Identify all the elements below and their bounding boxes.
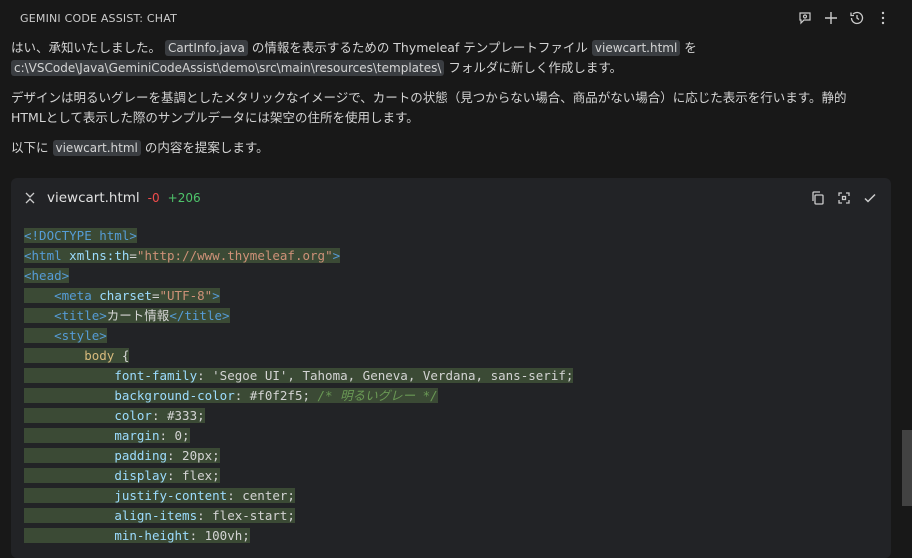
- scrollbar-thumb[interactable]: [902, 430, 912, 506]
- code-token: : #333;: [151, 408, 205, 423]
- code-line: <style>: [24, 326, 573, 346]
- code-token: "UTF-8": [159, 288, 213, 303]
- code-token: : center;: [227, 488, 295, 503]
- paragraph-line: はい、承知いたしました。 CartInfo.java の情報を表示するための T…: [11, 38, 891, 58]
- plus-icon[interactable]: [822, 9, 840, 27]
- inline-code-viewcart: viewcart.html: [52, 140, 141, 156]
- code-token: /* 明るいグレー */: [317, 388, 438, 403]
- feedback-icon[interactable]: [796, 9, 814, 27]
- code-token: xmlns:th: [69, 248, 130, 263]
- code-token: padding: [114, 448, 167, 463]
- code-block: viewcart.html -0 +206 <!DOCTYPE html> <h…: [11, 178, 891, 558]
- code-line: padding: 20px;: [24, 446, 573, 466]
- code-token: display: [114, 468, 167, 483]
- more-icon[interactable]: [874, 9, 892, 27]
- code-token: : 0;: [159, 428, 190, 443]
- inline-code-cartinfo: CartInfo.java: [165, 40, 248, 56]
- code-token: <style>: [54, 328, 107, 343]
- code-token: color: [114, 408, 152, 423]
- lines-removed: -0: [147, 191, 160, 205]
- code-line: font-family: 'Segoe UI', Tahoma, Geneva,…: [24, 366, 574, 386]
- code-token: body: [84, 348, 115, 363]
- apply-check-icon[interactable]: [861, 189, 879, 207]
- code-token: <meta: [54, 288, 92, 303]
- code-line: margin: 0;: [24, 426, 573, 446]
- history-icon[interactable]: [848, 9, 866, 27]
- inline-code-viewcart: viewcart.html: [591, 40, 681, 56]
- code-token: charset: [99, 288, 152, 303]
- paragraph-line: c:\VSCode\Java\GeminiCodeAssist\demo\src…: [11, 58, 891, 78]
- code-token: =: [129, 248, 137, 263]
- code-line: align-items: flex-start;: [24, 506, 573, 526]
- text: フォルダに新しく作成します。: [448, 60, 623, 75]
- code-line: <html xmlns:th="http://www.thymeleaf.org…: [24, 246, 573, 266]
- paragraph-line: HTMLとして表示した際のサンプルデータには架空の住所を使用します。: [11, 110, 419, 125]
- code-content: <!DOCTYPE html> <html xmlns:th="http://w…: [24, 226, 574, 546]
- message-paragraph-1: はい、承知いたしました。 CartInfo.java の情報を表示するための T…: [11, 38, 891, 78]
- code-line: <title>カート情報</title>: [24, 306, 573, 326]
- code-token: : 'Segoe UI', Tahoma, Geneva, Verdana, s…: [197, 368, 574, 383]
- inline-code-path: c:\VSCode\Java\GeminiCodeAssist\demo\src…: [11, 60, 445, 76]
- code-token: <html: [24, 248, 62, 263]
- code-token: : flex-start;: [197, 508, 295, 523]
- code-line: min-height: 100vh;: [24, 526, 573, 546]
- text: の内容を提案します。: [144, 140, 269, 155]
- code-token: >: [212, 288, 220, 303]
- text: を: [684, 40, 697, 55]
- lines-added: +206: [167, 191, 201, 205]
- code-line: <!DOCTYPE html>: [24, 226, 573, 246]
- code-token: margin: [114, 428, 160, 443]
- code-token: =: [151, 288, 160, 303]
- code-token: align-items: [114, 508, 198, 523]
- message-paragraph-2: デザインは明るいグレーを基調としたメタリックなイメージで、カートの状態（見つから…: [11, 88, 891, 128]
- code-token: font-family: [114, 368, 198, 383]
- chat-panel-header: GEMINI CODE ASSIST: CHAT: [0, 0, 912, 36]
- chat-message: はい、承知いたしました。 CartInfo.java の情報を表示するための T…: [11, 38, 891, 168]
- code-token: カート情報: [106, 308, 170, 323]
- paragraph-line: デザインは明るいグレーを基調としたメタリックなイメージで、カートの状態（見つから…: [11, 90, 847, 105]
- header-actions: [796, 9, 892, 27]
- code-line: justify-content: center;: [24, 486, 573, 506]
- copy-icon[interactable]: [809, 189, 827, 207]
- text: はい、承知いたしました。: [11, 40, 162, 55]
- code-token: <title>: [54, 308, 107, 323]
- diff-view-icon[interactable]: [835, 189, 853, 207]
- code-block-header: viewcart.html -0 +206: [11, 178, 891, 218]
- code-token: {: [114, 348, 130, 363]
- code-token: </title>: [169, 308, 230, 323]
- code-line: <head>: [24, 266, 573, 286]
- code-token: justify-content: [114, 488, 228, 503]
- code-token: : 20px;: [167, 448, 220, 463]
- code-line: <meta charset="UTF-8">: [24, 286, 573, 306]
- code-line: background-color: #f0f2f5; /* 明るいグレー */: [24, 386, 573, 406]
- code-token: "http://www.thymeleaf.org": [136, 248, 333, 263]
- code-token: >: [332, 248, 341, 263]
- code-filename: viewcart.html: [47, 190, 140, 206]
- code-line: body {: [24, 346, 573, 366]
- code-token: : #f0f2f5;: [234, 388, 318, 403]
- code-token: : flex;: [167, 468, 220, 483]
- message-paragraph-3: 以下に viewcart.html の内容を提案します。: [11, 138, 891, 158]
- text: の情報を表示するための Thymeleaf テンプレートファイル: [251, 40, 588, 55]
- code-token: <!DOCTYPE html>: [24, 228, 137, 243]
- panel-title: GEMINI CODE ASSIST: CHAT: [20, 11, 178, 25]
- code-line: color: #333;: [24, 406, 573, 426]
- code-token: <head>: [24, 268, 70, 283]
- code-line: display: flex;: [24, 466, 573, 486]
- code-token: background-color: [114, 388, 235, 403]
- collapse-icon[interactable]: [21, 189, 39, 207]
- text: 以下に: [11, 140, 49, 155]
